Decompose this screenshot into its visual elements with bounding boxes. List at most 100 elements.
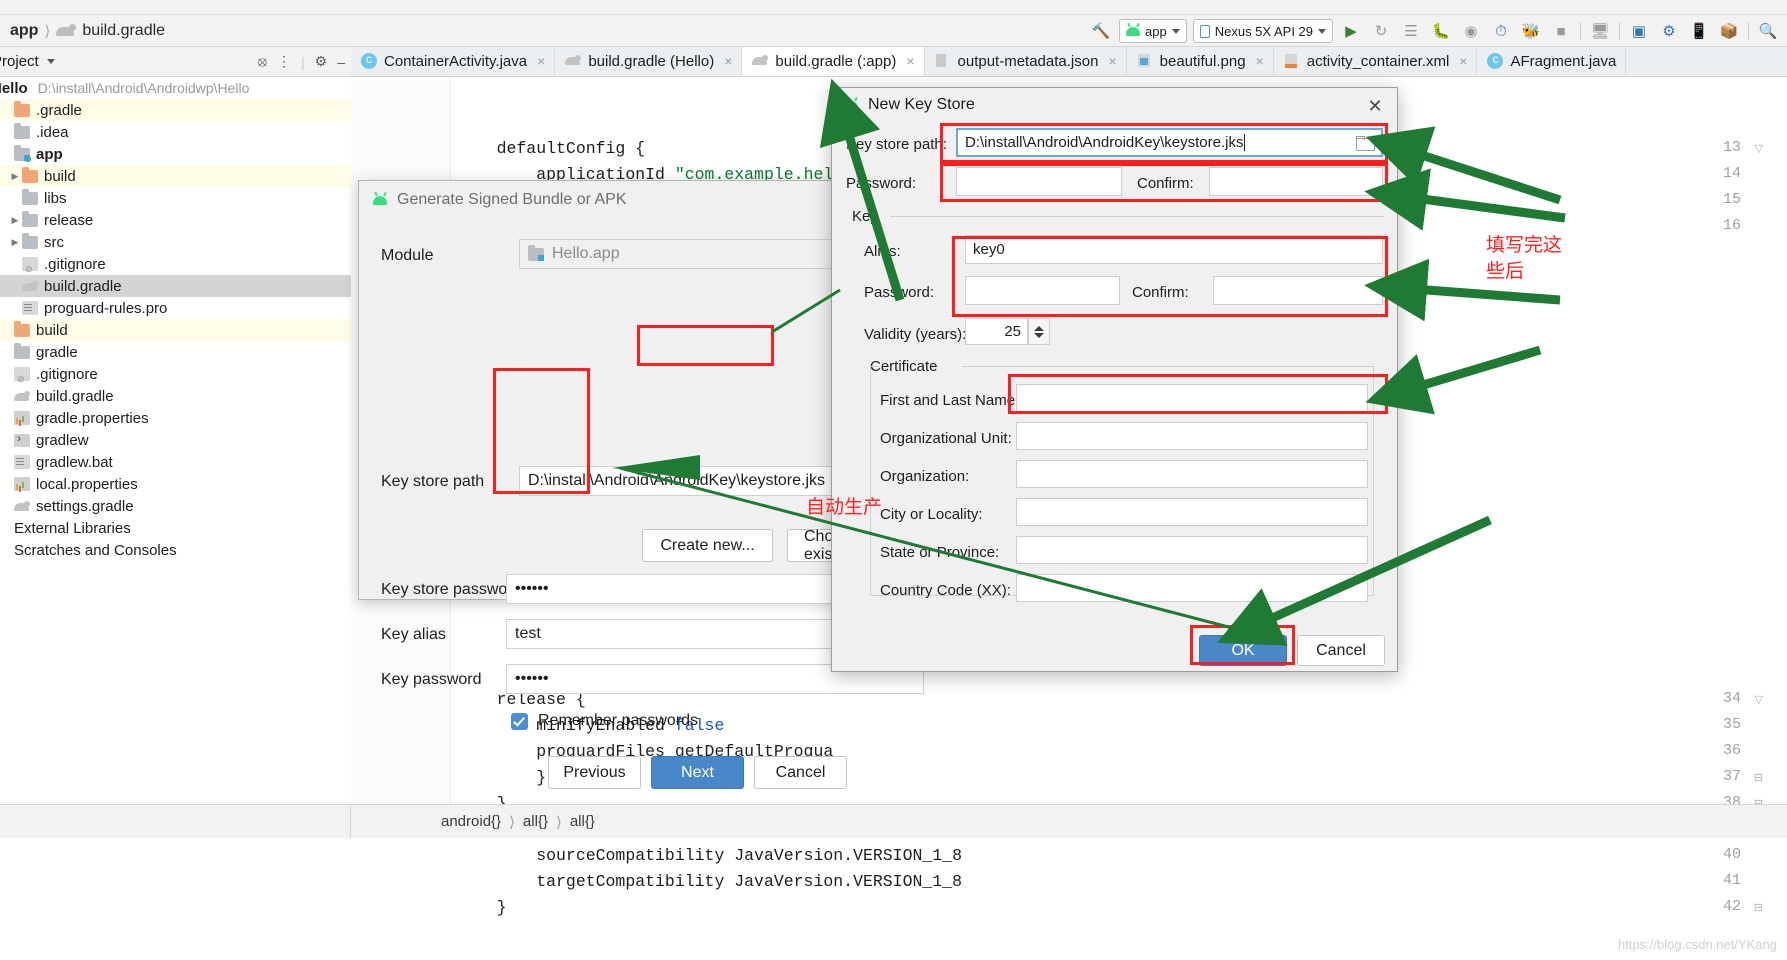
tree-item--gitignore[interactable]: .gitignore [0,363,351,385]
new-key-store-dialog[interactable]: New Key Store ✕ Key store path: D:\insta… [831,87,1398,672]
hammer-icon[interactable]: 🔨 [1086,17,1116,45]
keystore-confirm-input[interactable] [1209,167,1383,196]
project-panel-title-group[interactable]: Project [0,53,55,70]
stop-icon[interactable]: ■ [1546,17,1576,45]
key-confirm-input[interactable] [1213,276,1383,305]
code-fold-icon[interactable]: ▽ [1755,693,1763,706]
chevron-right-icon[interactable]: ▶ [8,237,22,248]
certificate-field-input[interactable] [1016,384,1368,412]
remember-passwords-row[interactable]: Remember passwords [511,712,698,730]
validity-stepper[interactable] [1028,318,1050,345]
validity-input[interactable]: 25 [965,318,1028,345]
tree-item-gradlew[interactable]: gradlew [0,429,351,451]
editor-tab-bar[interactable]: ContainerActivity.java×build.gradle (Hel… [351,47,1787,77]
tree-item-build[interactable]: ▶ build [0,165,351,187]
ok-button[interactable]: OK [1199,635,1287,666]
certificate-field-input[interactable] [1016,536,1368,564]
certificate-field-input[interactable] [1016,574,1368,602]
tree-item-gradle[interactable]: gradle [0,341,351,363]
status-crumb-0[interactable]: android{} [441,813,501,830]
close-icon[interactable]: ✕ [1363,94,1387,118]
project-tree[interactable]: Hello D:\install\Android\Androidwp\Hello… [0,77,351,804]
chevron-down-icon[interactable] [46,59,55,64]
tree-item-release[interactable]: ▶ release [0,209,351,231]
tree-item-gradlew-bat[interactable]: gradlew.bat [0,451,351,473]
certificate-field-input[interactable] [1016,422,1368,450]
tree-item-src[interactable]: ▶ src [0,231,351,253]
chevron-right-icon[interactable]: ▶ [8,171,22,182]
tree-item-scratches-and-consoles[interactable]: Scratches and Consoles [0,539,351,561]
stepper-up-icon[interactable] [1034,325,1044,331]
tree-item-external-libraries[interactable]: External Libraries [0,517,351,539]
search-icon[interactable]: 🔍 [1753,17,1783,45]
close-icon[interactable]: × [1256,53,1264,69]
tree-item-gradle-properties[interactable]: gradle.properties [0,407,351,429]
tab-afragment-java[interactable]: AFragment.java [1477,47,1627,76]
previous-button[interactable]: Previous [548,756,641,789]
code-fold-icon[interactable]: ▽ [1755,142,1763,155]
tree-item-build-gradle[interactable]: build.gradle [0,385,351,407]
stepper-down-icon[interactable] [1034,332,1044,338]
cancel-button[interactable]: Cancel [1297,635,1385,666]
tree-item-app[interactable]: app [0,143,351,165]
breadcrumb-item-app[interactable]: app [10,22,38,40]
close-icon[interactable]: × [906,53,914,69]
tree-item--gradle[interactable]: .gradle [0,99,351,121]
cancel-button[interactable]: Cancel [754,756,847,789]
tree-item-build[interactable]: build [0,319,351,341]
minimize-icon[interactable]: – [337,54,345,70]
layout-inspector-icon[interactable]: ▣ [1624,17,1654,45]
run-icon[interactable]: ▶ [1336,17,1366,45]
module-selector[interactable]: app [1119,19,1187,43]
create-new-button[interactable]: Create new... [642,529,773,562]
tree-item-build-gradle[interactable]: build.gradle [0,275,351,297]
close-icon[interactable]: × [1108,53,1116,69]
certificate-field-input[interactable] [1016,460,1368,488]
breadcrumb-item-file[interactable]: build.gradle [82,22,165,40]
keystore-password-input[interactable] [956,167,1122,196]
code-fold-icon[interactable]: ⊟ [1754,771,1763,784]
tree-item-settings-gradle[interactable]: settings.gradle [0,495,351,517]
profiler-icon[interactable]: ⏱ [1486,17,1516,45]
tree-item-libs[interactable]: libs [0,187,351,209]
status-crumb-1[interactable]: all{} [523,813,548,830]
code-fold-icon[interactable]: ⊟ [1754,901,1763,914]
attach-debugger-icon[interactable]: ◉ [1456,17,1486,45]
next-button[interactable]: Next [651,756,744,789]
close-icon[interactable]: × [537,53,545,69]
gradle-sync-icon[interactable]: ⚙ [1654,17,1684,45]
close-icon[interactable]: × [724,53,732,69]
debug-icon[interactable]: 🐛 [1426,17,1456,45]
status-crumb-2[interactable]: all{} [570,813,595,830]
locate-icon[interactable]: ⦻ [258,53,267,70]
device-selector[interactable]: Nexus 5X API 29 [1192,19,1333,43]
tab-output-metadata-json[interactable]: output-metadata.json × [924,47,1127,76]
tree-item--gitignore[interactable]: .gitignore [0,253,351,275]
tab-build-gradle-app-[interactable]: build.gradle (:app) × [742,47,925,76]
tree-item-proguard-rules-pro[interactable]: proguard-rules.pro [0,297,351,319]
folder-icon[interactable] [1356,135,1375,151]
tab-containeractivity-java[interactable]: ContainerActivity.java × [351,47,556,76]
sdk-manager-icon[interactable]: 📦 [1714,17,1744,45]
tree-item-local-properties[interactable]: local.properties [0,473,351,495]
rerun-icon[interactable]: ↻ [1366,17,1396,45]
key-group-label: Key [848,208,882,225]
keystore-path-input[interactable]: D:\install\Android\AndroidKey\keystore.j… [956,128,1383,157]
apply-changes-icon[interactable]: 🐝 [1516,17,1546,45]
tree-root[interactable]: Hello D:\install\Android\Androidwp\Hello [0,77,351,99]
chevron-right-icon[interactable]: ▶ [8,215,22,226]
key-password-input[interactable] [965,276,1120,305]
alias-input[interactable]: key0 [965,235,1383,264]
tree-item--idea[interactable]: .idea [0,121,351,143]
gear-icon[interactable]: ⚙ [315,53,328,70]
tab-beautiful-png[interactable]: beautiful.png × [1126,47,1274,76]
device-file-explorer-icon[interactable]: 📱 [1684,17,1714,45]
remember-passwords-checkbox[interactable] [511,712,528,730]
avd-manager-icon[interactable]: 🖥 [1585,17,1615,45]
close-icon[interactable]: × [1459,53,1467,69]
certificate-field-input[interactable] [1016,498,1368,526]
coverage-icon[interactable]: ☰ [1396,17,1426,45]
tab-activity-container-xml[interactable]: activity_container.xml × [1273,47,1478,76]
tab-build-gradle-hello-[interactable]: build.gradle (Hello) × [555,47,743,76]
collapse-all-icon[interactable]: ⋮ [277,53,291,70]
